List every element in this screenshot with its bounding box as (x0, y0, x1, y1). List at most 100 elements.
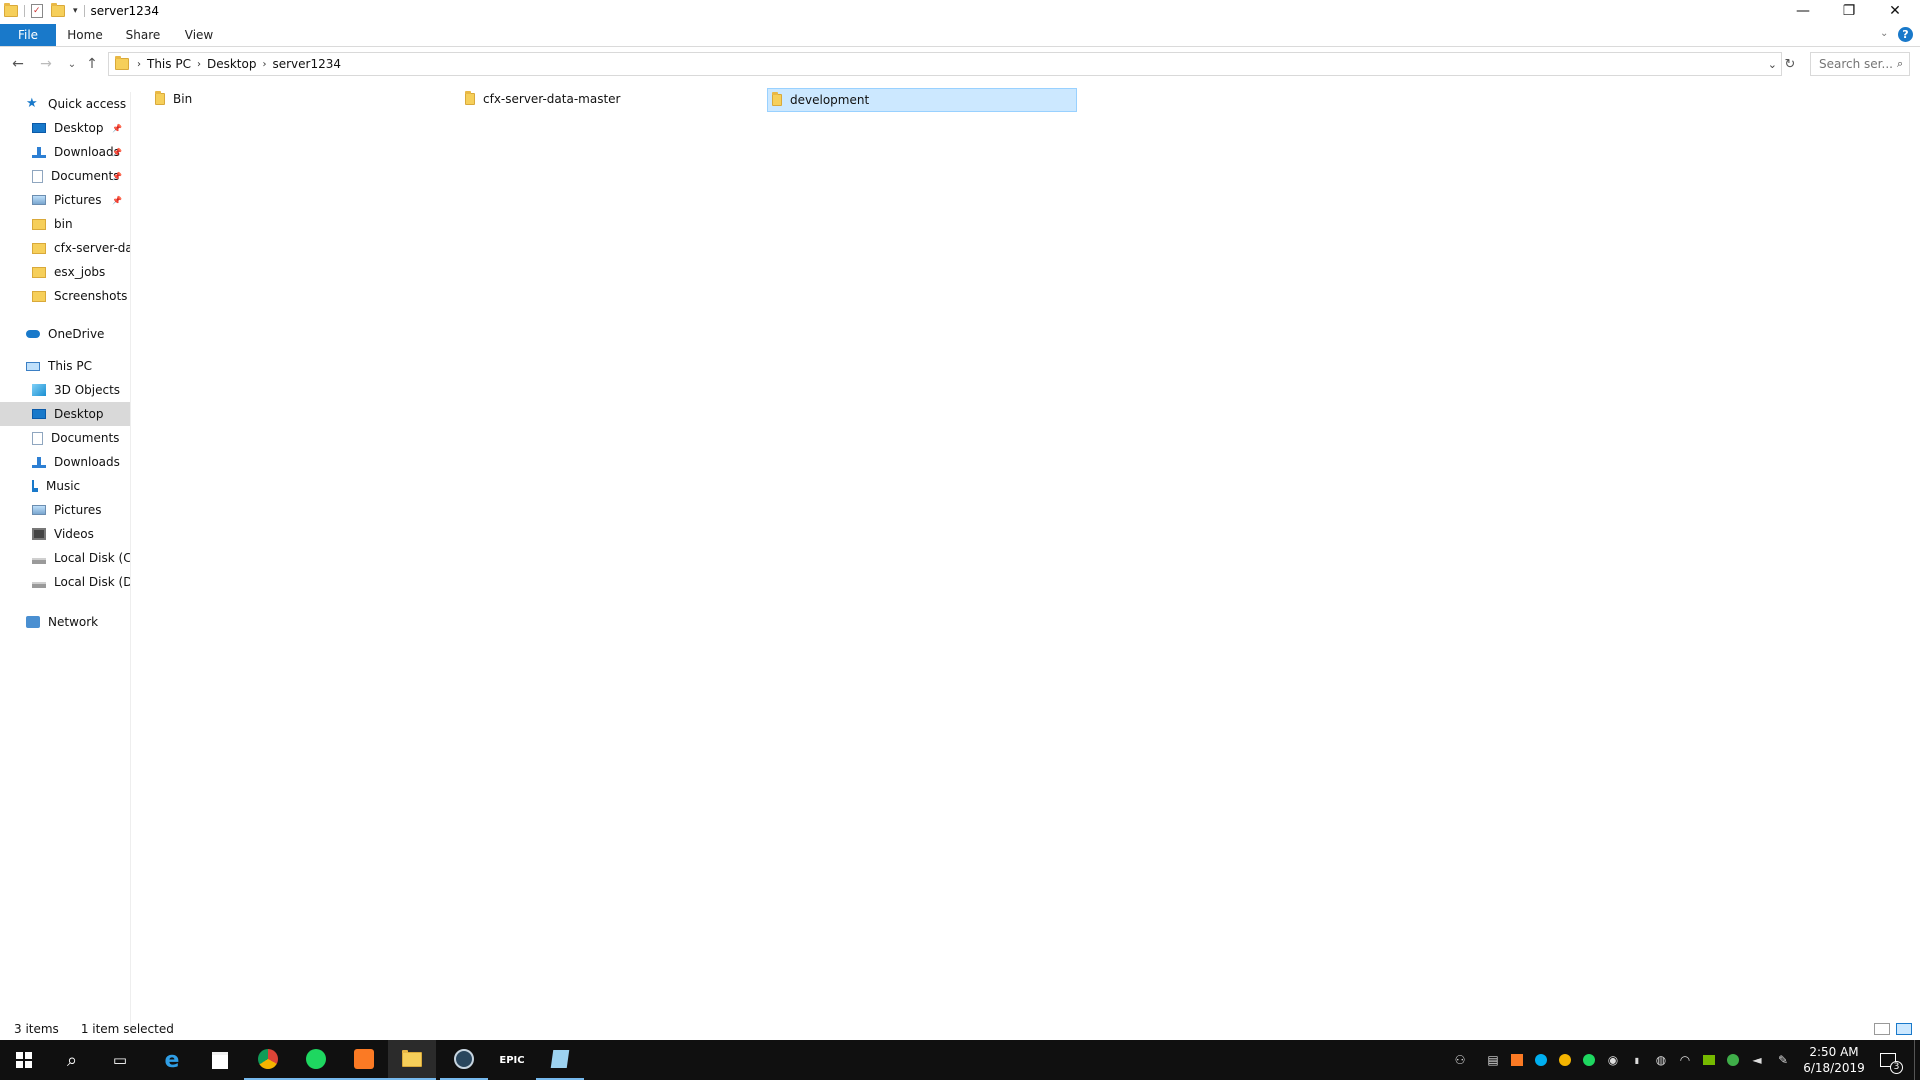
nav-onedrive[interactable]: OneDrive (0, 322, 130, 346)
breadcrumb-server1234[interactable]: server1234 (266, 57, 347, 71)
show-desktop-button[interactable] (1914, 1040, 1915, 1080)
nav-pc-item[interactable]: Documents (0, 426, 130, 450)
nav-pc-item[interactable]: Desktop (0, 402, 130, 426)
nav-this-pc[interactable]: This PC (0, 354, 130, 378)
volume-icon[interactable]: ◄ (1746, 1040, 1768, 1080)
pin-icon[interactable]: 📌 (112, 196, 122, 205)
nav-quick-item[interactable]: Desktop 📌 (0, 116, 130, 140)
nav-quick-access[interactable]: ★ Quick access (0, 92, 130, 116)
breadcrumb-this-pc[interactable]: This PC (141, 57, 197, 71)
xampp-tray-icon[interactable] (1506, 1040, 1528, 1080)
pictures-icon (32, 505, 46, 515)
properties-icon[interactable]: ✓ (31, 4, 43, 18)
discord-icon[interactable]: ◉ (1602, 1040, 1624, 1080)
nav-quick-item[interactable]: Screenshots (0, 284, 130, 308)
spotify-button[interactable] (292, 1040, 340, 1080)
chrome-button[interactable] (244, 1040, 292, 1080)
nav-label: Videos (54, 527, 94, 541)
nav-quick-item[interactable]: bin (0, 212, 130, 236)
nav-label: Screenshots (54, 289, 128, 303)
nav-quick-item[interactable]: esx_jobs (0, 260, 130, 284)
action-center-button[interactable]: 3 (1874, 1040, 1903, 1080)
skype-icon[interactable] (1530, 1040, 1552, 1080)
epic-tray-icon[interactable]: ▮ (1626, 1040, 1648, 1080)
download-icon (32, 146, 46, 158)
folder-icon (4, 3, 18, 17)
nav-quick-item[interactable]: Downloads 📌 (0, 140, 130, 164)
clock-date: 6/18/2019 (1803, 1061, 1865, 1075)
store-button[interactable] (196, 1040, 244, 1080)
search-button[interactable]: ⌕ (48, 1040, 96, 1080)
tab-home[interactable]: Home (60, 24, 110, 46)
nav-pc-item[interactable]: Videos (0, 522, 130, 546)
xampp-button[interactable] (340, 1040, 388, 1080)
pen-icon[interactable]: ✎ (1772, 1040, 1794, 1080)
steam-icon (454, 1049, 474, 1069)
nav-quick-item[interactable]: Pictures 📌 (0, 188, 130, 212)
search-input[interactable] (1817, 56, 1897, 72)
file-item[interactable]: Bin (151, 88, 459, 110)
new-folder-icon[interactable] (51, 3, 65, 17)
start-button[interactable] (0, 1040, 48, 1080)
nav-label: esx_jobs (54, 265, 106, 279)
details-view-icon[interactable] (1874, 1023, 1890, 1035)
nav-pc-item[interactable]: Downloads (0, 450, 130, 474)
music-icon (32, 480, 38, 492)
people-icon[interactable]: ⚇ (1448, 1040, 1472, 1080)
help-icon[interactable]: ? (1898, 27, 1913, 42)
nav-quick-item[interactable]: Documents 📌 (0, 164, 130, 188)
nav-quick-item[interactable]: cfx-server-data (0, 236, 130, 260)
steam-tray-icon[interactable]: ◍ (1650, 1040, 1672, 1080)
customize-toolbar-icon[interactable]: ▾ (73, 6, 78, 16)
address-bar[interactable]: › This PC › Desktop › server1234 ⌄ (108, 52, 1782, 76)
tab-share[interactable]: Share (118, 24, 168, 46)
window-title: server1234 (90, 4, 160, 18)
epic-games-icon: EPIC (499, 1054, 525, 1066)
steam-button[interactable] (440, 1040, 488, 1080)
up-button[interactable]: ↑ (82, 54, 102, 74)
back-button[interactable]: ← (8, 54, 28, 74)
folder-icon (32, 242, 46, 254)
refresh-icon[interactable]: ↻ (1780, 54, 1800, 74)
maximize-button[interactable]: ❐ (1826, 0, 1872, 22)
nav-pc-item[interactable]: Local Disk (D:) (0, 570, 130, 594)
nav-pc-item[interactable]: Local Disk (C:) (0, 546, 130, 570)
shield-icon[interactable] (1722, 1040, 1744, 1080)
recent-locations-button[interactable]: ⌄ (62, 54, 82, 74)
nav-label: Pictures (54, 193, 102, 207)
pin-icon[interactable]: 📌 (112, 148, 122, 157)
minimize-button[interactable]: — (1780, 0, 1826, 22)
spotify-tray-icon[interactable] (1578, 1040, 1600, 1080)
file-item[interactable]: development (767, 88, 1077, 112)
search-icon[interactable]: ⌕ (1897, 57, 1903, 71)
large-icons-view-icon[interactable] (1896, 1023, 1912, 1035)
tab-file[interactable]: File (0, 24, 56, 46)
chevron-down-icon[interactable]: ⌄ (1768, 58, 1777, 71)
clock[interactable]: 2:50 AM 6/18/2019 (1800, 1040, 1868, 1080)
nav-pc-item[interactable]: Pictures (0, 498, 130, 522)
nav-network[interactable]: Network (0, 610, 130, 634)
notepad-button[interactable] (536, 1040, 584, 1080)
nav-pc-item[interactable]: Music (0, 474, 130, 498)
task-view-button[interactable]: ▭ (96, 1040, 144, 1080)
nav-label: OneDrive (48, 327, 105, 341)
file-item[interactable]: cfx-server-data-master (461, 88, 769, 110)
printer-icon[interactable]: ▤ (1482, 1040, 1504, 1080)
nav-pc-item[interactable]: 3D Objects (0, 378, 130, 402)
forward-button[interactable]: → (36, 54, 56, 74)
breadcrumb-desktop[interactable]: Desktop (201, 57, 263, 71)
search-box[interactable]: ⌕ (1810, 52, 1910, 76)
edge-button[interactable]: e (148, 1040, 196, 1080)
chrome-tray-icon[interactable] (1554, 1040, 1576, 1080)
pin-icon[interactable]: 📌 (112, 172, 122, 181)
epic-games-button[interactable]: EPIC (488, 1040, 536, 1080)
wifi-icon[interactable]: ◠ (1674, 1040, 1696, 1080)
nvidia-icon[interactable] (1698, 1040, 1720, 1080)
close-button[interactable]: ✕ (1872, 0, 1918, 22)
pin-icon[interactable]: 📌 (112, 124, 122, 133)
file-explorer-button[interactable] (388, 1040, 436, 1080)
star-icon: ★ (26, 96, 38, 111)
tab-view[interactable]: View (174, 24, 224, 46)
expand-ribbon-icon[interactable]: ⌄ (1880, 28, 1888, 39)
ribbon-tabs: File Home Share View ⌄ ? (0, 24, 1920, 47)
